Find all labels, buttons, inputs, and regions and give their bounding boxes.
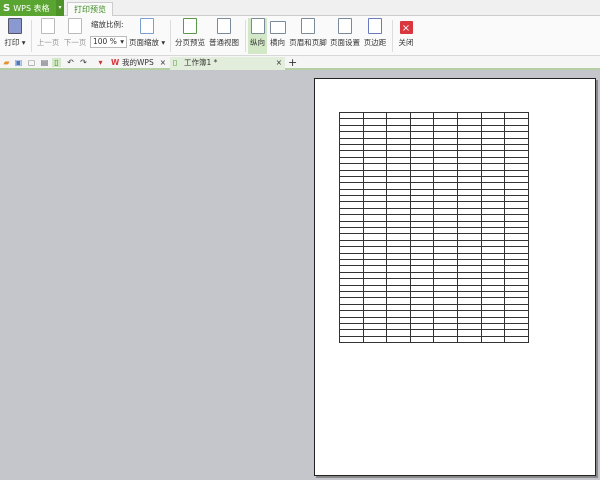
- grid-cell: [339, 335, 364, 344]
- grid-cell: [433, 335, 458, 344]
- close-preview-button[interactable]: × 关闭: [396, 18, 416, 54]
- open-folder-icon[interactable]: ▰: [2, 58, 11, 67]
- prev-page-icon: [41, 18, 55, 34]
- landscape-label: 横向: [270, 38, 285, 47]
- wps-logo-icon: W: [111, 58, 120, 67]
- print-label: 打印 ▾: [4, 38, 26, 47]
- header-footer-label: 页眉和页脚: [289, 38, 327, 47]
- margins-label: 页边距: [363, 38, 387, 47]
- app-menu-button[interactable]: S WPS 表格 ▾: [0, 0, 64, 16]
- print-preview-icon[interactable]: ▯: [52, 58, 61, 67]
- margins-button[interactable]: 页边距: [362, 18, 388, 54]
- grid-icon: [183, 18, 197, 34]
- page-setup-label: 页面设置: [330, 38, 360, 47]
- preview-page: [314, 78, 596, 476]
- divider: [245, 20, 246, 52]
- portrait-button[interactable]: 纵向: [248, 18, 267, 54]
- export-pdf-icon[interactable]: ▢: [27, 58, 36, 67]
- wps-logo: S: [3, 2, 11, 14]
- portrait-label: 纵向: [250, 38, 265, 47]
- close-icon: ×: [399, 21, 413, 34]
- chevron-down-icon[interactable]: ▾: [56, 0, 64, 16]
- grid-row: [339, 335, 529, 344]
- doc-tab-workbook[interactable]: ▯ 工作簿1 * ×: [170, 57, 285, 70]
- grid-cell: [409, 335, 435, 344]
- grid-cell: [504, 335, 529, 344]
- normal-view-button[interactable]: 普通视图: [208, 18, 240, 54]
- header-footer-icon: [301, 18, 315, 34]
- next-page-label: 下一页: [63, 38, 87, 47]
- page-zoom-label: 页面缩放 ▾: [129, 38, 166, 47]
- sheet-grid: [339, 111, 529, 344]
- prev-page-label: 上一页: [36, 38, 60, 47]
- next-page-button[interactable]: 下一页: [62, 18, 88, 54]
- landscape-button[interactable]: 横向: [268, 18, 287, 54]
- title-bar: S WPS 表格 ▾ 打印预览: [0, 0, 600, 17]
- ribbon: 打印 ▾ 上一页 下一页 缩放比例: 100 % ▾ 页面缩放 ▾ 分页预览 普通…: [0, 16, 600, 56]
- close-tab-icon[interactable]: ×: [276, 57, 282, 69]
- divider: [31, 20, 32, 52]
- prev-page-button[interactable]: 上一页: [35, 18, 61, 54]
- quick-access-bar: ▰ ▣ ▢ ▤ ▯ ↶ ↷ ▾ W 我的WPS × ▯ 工作簿1 * × +: [0, 56, 600, 70]
- print-button[interactable]: 打印 ▾: [3, 18, 27, 54]
- page-zoom-button[interactable]: 页面缩放 ▾: [129, 18, 165, 54]
- grid-cell: [362, 335, 388, 344]
- close-tab-icon[interactable]: ×: [160, 57, 166, 69]
- spreadsheet-icon: ▯: [173, 58, 178, 67]
- zoom-label: 缩放比例:: [91, 20, 124, 29]
- doc-tab-label: 我的WPS: [122, 58, 154, 67]
- portrait-page-icon: [250, 18, 265, 34]
- print-icon[interactable]: ▤: [40, 58, 49, 67]
- doc-tab-label: 工作簿1 *: [184, 58, 218, 67]
- divider: [170, 20, 171, 52]
- page-setup-button[interactable]: 页面设置: [330, 18, 360, 54]
- grid-cell: [386, 335, 411, 344]
- page-setup-icon: [338, 18, 352, 34]
- customize-icon[interactable]: ▾: [96, 58, 105, 67]
- print-preview-area: [0, 72, 600, 480]
- landscape-page-icon: [269, 21, 286, 34]
- page-break-preview-button[interactable]: 分页预览: [175, 18, 205, 54]
- grid-cell: [456, 335, 482, 344]
- header-footer-button[interactable]: 页眉和页脚: [289, 18, 327, 54]
- zoom-value: 100 %: [93, 37, 117, 46]
- new-tab-icon[interactable]: +: [288, 57, 297, 68]
- close-label: 关闭: [398, 38, 414, 47]
- undo-icon[interactable]: ↶: [66, 58, 75, 67]
- app-name: WPS 表格: [13, 3, 50, 13]
- doc-tab-my-wps[interactable]: W 我的WPS ×: [108, 57, 168, 70]
- tab-print-preview[interactable]: 打印预览: [67, 2, 113, 17]
- save-icon[interactable]: ▣: [14, 58, 23, 67]
- zoom-select[interactable]: 100 % ▾: [90, 36, 127, 48]
- page-break-preview-label: 分页预览: [175, 38, 205, 47]
- chevron-down-icon: ▾: [120, 37, 124, 46]
- printer-icon: [8, 18, 22, 34]
- divider: [392, 20, 393, 52]
- margins-icon: [368, 18, 382, 34]
- page-zoom-icon: [140, 18, 154, 34]
- next-page-icon: [68, 18, 82, 34]
- normal-view-label: 普通视图: [209, 38, 239, 47]
- redo-icon[interactable]: ↷: [79, 58, 88, 67]
- grid-icon: [217, 18, 231, 34]
- grid-cell: [480, 335, 506, 344]
